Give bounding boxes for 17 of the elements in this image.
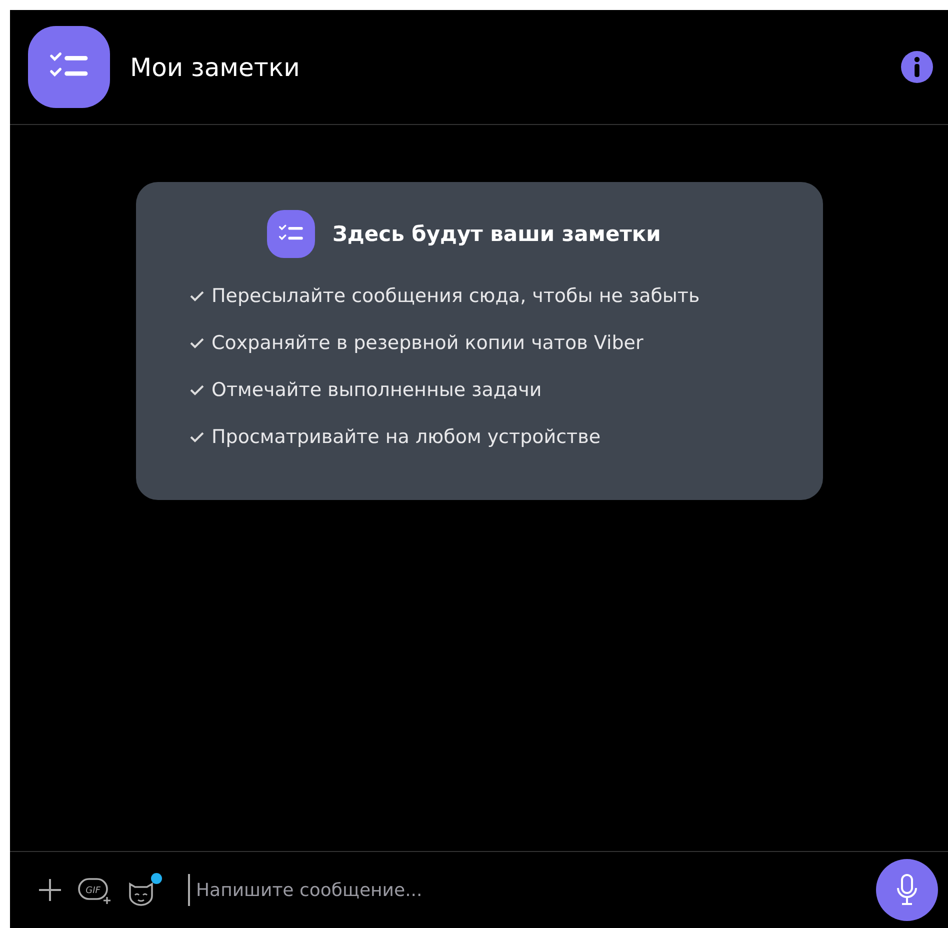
check-icon — [190, 336, 204, 348]
notes-icon — [266, 210, 314, 258]
feature-text: Сохраняйте в резервной копии чатов Viber — [212, 332, 644, 354]
microphone-icon — [894, 873, 920, 907]
card-title: Здесь будут ваши заметки — [332, 222, 661, 246]
notes-avatar-icon — [28, 26, 110, 108]
check-icon — [190, 384, 204, 396]
feature-text: Отмечайте выполненные задачи — [212, 378, 542, 400]
message-input-field[interactable]: Напишите сообщение... — [188, 874, 862, 906]
check-icon — [190, 430, 204, 442]
plus-icon[interactable] — [36, 876, 64, 904]
feature-text: Просматривайте на любом устройстве — [212, 426, 601, 448]
info-icon[interactable] — [900, 50, 934, 84]
chat-title: Мои заметки — [130, 52, 301, 82]
sticker-icon[interactable] — [126, 873, 162, 907]
feature-text: Пересылайте сообщения сюда, чтобы не забыть — [212, 284, 700, 306]
check-icon — [190, 290, 204, 302]
